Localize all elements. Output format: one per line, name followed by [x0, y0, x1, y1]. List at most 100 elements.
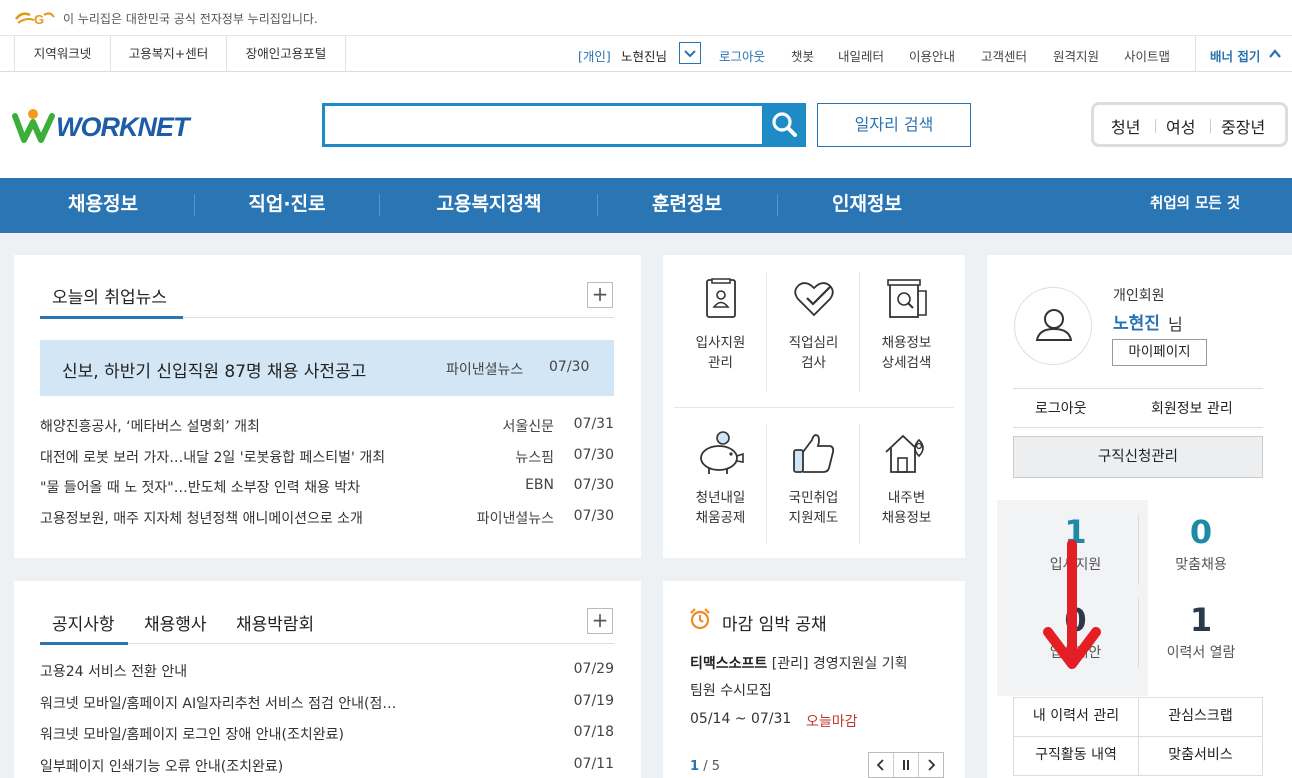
- notice-item[interactable]: 고용24 서비스 전환 안내 07/29: [40, 661, 614, 681]
- deadline-company: 티맥스소프트: [690, 656, 768, 672]
- notice-item-date: 07/29: [573, 661, 614, 677]
- deadline-job-link[interactable]: 티맥스소프트 [관리] 경영지원실 기획 팀원 수시모집: [690, 651, 950, 705]
- service-label: 청년내일 채움공제: [695, 490, 746, 526]
- service-youth-savings[interactable]: 청년내일 채움공제: [674, 430, 767, 540]
- stat-value: 1: [1189, 601, 1213, 639]
- stat-custom-jobs[interactable]: 0 맞춤채용: [1139, 512, 1263, 582]
- thumbs-up-icon: [793, 434, 835, 473]
- service-application-management[interactable]: 입사지원 관리: [674, 277, 767, 387]
- member-logout-link[interactable]: 로그아웃: [1035, 398, 1087, 418]
- member-name-suffix: 님: [1168, 315, 1183, 334]
- worknet-logo-icon: [12, 109, 55, 143]
- service-label: 채용정보 상세검색: [881, 335, 932, 371]
- mypage-button[interactable]: 마이페이지: [1112, 339, 1207, 366]
- link-chatbot[interactable]: 챗봇: [791, 46, 814, 65]
- user-name-label: 노현진님: [621, 49, 668, 64]
- member-name: 노현진: [1113, 314, 1160, 334]
- divider: [1013, 427, 1263, 428]
- pause-button[interactable]: [894, 753, 919, 777]
- divider: [597, 194, 598, 216]
- notices-more-button[interactable]: +: [587, 608, 613, 634]
- link-disabled-portal[interactable]: 장애인고용포털: [227, 36, 346, 72]
- link-usage-guide[interactable]: 이용안내: [909, 46, 955, 65]
- news-item[interactable]: 대전에 로봇 보러 가자…내달 2일 '로봇융합 페스티벌' 개최 뉴스핌 07/3…: [40, 447, 614, 467]
- tab-job-events[interactable]: 채용행사: [144, 610, 207, 635]
- worknet-logo[interactable]: WORKNET: [12, 104, 189, 148]
- job-application-manage-button[interactable]: 구직신청관리: [1013, 436, 1263, 478]
- user-menu-toggle[interactable]: [679, 42, 701, 64]
- search-button[interactable]: [762, 103, 806, 147]
- link-welfare-center[interactable]: 고용복지+센터: [111, 36, 227, 72]
- banner-toggle-label: 배너 접기: [1210, 49, 1261, 64]
- user-avatar-icon: [1035, 309, 1073, 341]
- notice-item[interactable]: 워크넷 모바일/홈페이지 AI일자리추천 서비스 점검 안내(점… 07/19: [40, 693, 614, 713]
- tab-youth[interactable]: 청년: [1111, 114, 1140, 138]
- interest-scrap-button[interactable]: 관심스크랩: [1138, 697, 1263, 737]
- deadline-pager-controls: [868, 752, 944, 778]
- news-item[interactable]: 고용정보원, 매주 지자체 청년정책 애니메이션으로 소개 파이낸셜뉴스 07/30: [40, 508, 614, 528]
- member-type: 개인회원: [1113, 288, 1165, 304]
- notice-item-title: 워크넷 모바일/홈페이지 로그인 장애 안내(조치완료): [40, 727, 344, 743]
- custom-service-button[interactable]: 맞춤서비스: [1138, 736, 1263, 776]
- service-job-aptitude-test[interactable]: 직업심리 검사: [767, 277, 860, 387]
- divider: [379, 194, 380, 216]
- news-item-title: 대전에 로봇 보러 가자…내달 2일 '로봇융합 페스티벌' 개최: [40, 450, 386, 466]
- notice-item[interactable]: 일부페이지 인쇄기능 오류 안내(조치완료) 07/11: [40, 756, 614, 776]
- tab-today-news[interactable]: 오늘의 취업뉴스: [52, 283, 167, 308]
- next-button[interactable]: [919, 753, 943, 777]
- divider: [777, 194, 778, 216]
- stat-resume-views[interactable]: 1 이력서 열람: [1139, 600, 1263, 670]
- member-info-manage-link[interactable]: 회원정보 관리: [1151, 398, 1233, 418]
- news-more-button[interactable]: +: [587, 282, 613, 308]
- nav-item-welfare-policy[interactable]: 고용복지정책: [414, 178, 564, 233]
- news-item[interactable]: 해양진흥공사, ‘메타버스 설명회’ 개최 서울신문 07/31: [40, 416, 614, 436]
- egov-logo-icon: G: [14, 9, 56, 27]
- user-type-label: [개인]: [578, 49, 611, 64]
- nav-item-talent[interactable]: 인재정보: [804, 178, 930, 233]
- service-nearby-jobs[interactable]: 내주변 채용정보: [860, 430, 953, 540]
- tab-women[interactable]: 여성: [1166, 114, 1195, 138]
- link-logout[interactable]: 로그아웃: [719, 46, 765, 65]
- news-headline[interactable]: 신보, 하반기 신입직원 87명 채용 사전공고 파이낸셜뉴스 07/30: [40, 340, 614, 396]
- news-item-source: 서울신문: [502, 419, 554, 435]
- alarm-clock-icon: [690, 608, 710, 630]
- stat-label: 맞춤채용: [1175, 557, 1227, 573]
- my-resume-manage-button[interactable]: 내 이력서 관리: [1013, 697, 1139, 737]
- job-activity-history-button[interactable]: 구직활동 내역: [1013, 736, 1139, 776]
- service-detailed-job-search[interactable]: 채용정보 상세검색: [860, 277, 953, 387]
- chevron-down-icon: [684, 50, 696, 58]
- prev-button[interactable]: [869, 753, 894, 777]
- deadline-job-title-line2: 팀원 수시모집: [690, 683, 772, 699]
- service-label: 국민취업 지원제도: [788, 490, 839, 526]
- service-label: 입사지원 관리: [695, 335, 746, 371]
- service-national-employment-support[interactable]: 국민취업 지원제도: [767, 430, 860, 540]
- deadline-title: 마감 임박 공채: [722, 615, 827, 635]
- job-search-button[interactable]: 일자리 검색: [817, 103, 971, 147]
- nav-item-training[interactable]: 훈련정보: [624, 178, 750, 233]
- news-item[interactable]: "물 들어올 때 노 젓자"…반도체 소부장 인력 채용 박차 EBN 07/30: [40, 477, 614, 497]
- banner-toggle-button[interactable]: 배너 접기: [1196, 36, 1292, 72]
- link-local-worknet[interactable]: 지역워크넷: [15, 36, 111, 72]
- tab-job-fairs[interactable]: 채용박람회: [236, 610, 314, 635]
- utility-nav: 지역워크넷 고용복지+센터 장애인고용포털 [개인] 노현진님 로그아웃 챗봇 …: [0, 36, 1292, 72]
- link-newsletter[interactable]: 내일레터: [838, 46, 884, 65]
- nav-item-jobs[interactable]: 채용정보: [40, 178, 166, 233]
- nav-all-about-jobs[interactable]: 취업의 모든 것: [1150, 178, 1240, 231]
- link-remote-support[interactable]: 원격지원: [1053, 46, 1099, 65]
- nav-item-career[interactable]: 직업·진로: [220, 178, 354, 233]
- tab-notices[interactable]: 공지사항: [52, 610, 115, 635]
- gov-banner-text: 이 누리집은 대한민국 공식 전자정부 누리집입니다.: [63, 12, 318, 26]
- resume-icon: [706, 278, 736, 318]
- link-sitemap[interactable]: 사이트맵: [1124, 46, 1170, 65]
- document-search-icon: [887, 279, 927, 318]
- link-customer-center[interactable]: 고객센터: [981, 46, 1027, 65]
- news-headline-title: 신보, 하반기 신입직원 87명 채용 사전공고: [62, 362, 367, 382]
- search-input[interactable]: [322, 103, 806, 147]
- plus-icon: +: [591, 282, 609, 306]
- divider: [194, 194, 195, 216]
- tab-middle-aged[interactable]: 중장년: [1221, 114, 1265, 138]
- deadline-job-title-line1: [관리] 경영지원실 기획: [771, 656, 908, 672]
- divider: [674, 407, 954, 408]
- news-item-title: 고용정보원, 매주 지자체 청년정책 애니메이션으로 소개: [40, 511, 363, 527]
- notice-item[interactable]: 워크넷 모바일/홈페이지 로그인 장애 안내(조치완료) 07/18: [40, 724, 614, 744]
